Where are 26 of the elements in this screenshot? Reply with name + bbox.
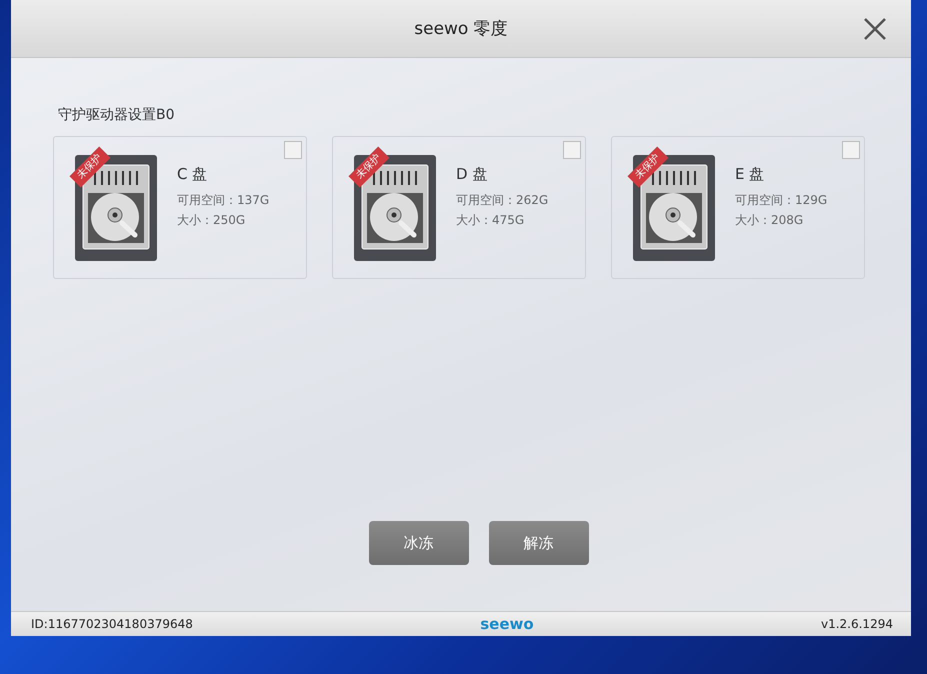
checkbox[interactable] <box>842 141 860 159</box>
drive-card[interactable]: 未保护 D 盘 可用空间：262G 大小：475G <box>332 136 586 279</box>
free-space: 可用空间：262G <box>456 192 548 209</box>
drive-size: 大小：250G <box>177 212 246 229</box>
action-button[interactable]: 冰冻 <box>368 521 468 565</box>
window-title: seewo 零度 <box>414 18 508 40</box>
drive-name: C 盘 <box>177 165 208 184</box>
version-text: v1.2.6.1294 <box>820 617 893 631</box>
device-id: ID:1167702304180379648 <box>31 617 193 631</box>
checkbox[interactable] <box>563 141 581 159</box>
drive-size: 大小：208G <box>735 212 804 229</box>
drive-name: D 盘 <box>456 165 488 184</box>
hard-drive-icon <box>75 155 157 261</box>
drive-card[interactable]: 未保护 E 盘 可用空间：129G 大小：208G <box>611 136 865 279</box>
drive-name: E 盘 <box>735 165 766 184</box>
hard-drive-icon <box>633 155 715 261</box>
action-button[interactable]: 解冻 <box>488 521 588 565</box>
close-icon[interactable] <box>863 17 887 41</box>
drive-card[interactable]: 未保护 C 盘 可用空间：137G 大小：250G <box>53 136 307 279</box>
drive-size: 大小：475G <box>456 212 526 229</box>
free-space: 可用空间：129G <box>735 192 828 209</box>
checkbox[interactable] <box>284 141 302 159</box>
free-space: 可用空间：137G <box>177 192 270 209</box>
brand-logo: seewo <box>480 615 534 633</box>
hard-drive-icon <box>354 155 436 261</box>
section-title: 守护驱动器设置B0 <box>57 106 176 124</box>
